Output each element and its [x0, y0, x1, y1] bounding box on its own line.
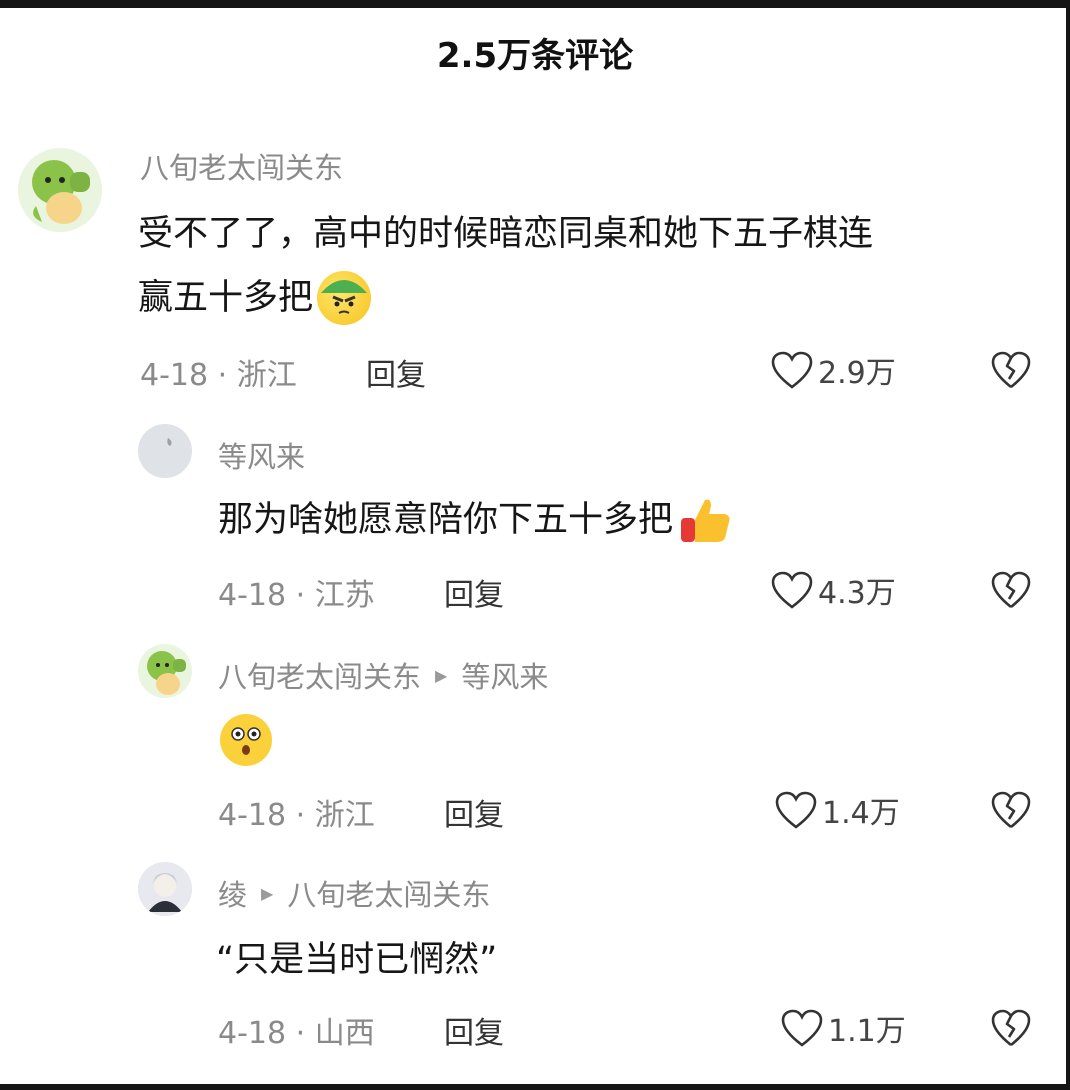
- reply-button[interactable]: 回复: [444, 1008, 504, 1052]
- comment-date-location: 4-18 · 浙江: [218, 798, 375, 833]
- avatar[interactable]: [18, 148, 102, 232]
- comments-count-title: 2.5万条评论: [436, 36, 634, 76]
- dislike-button[interactable]: [990, 1008, 1032, 1052]
- like-button[interactable]: 4.3万: [770, 568, 896, 612]
- heart-icon: [775, 791, 817, 829]
- right-border: [1066, 0, 1070, 1090]
- comment-date-location: 4-18 · 江苏: [218, 578, 375, 613]
- reply-arrow-icon: ▶: [435, 665, 448, 685]
- reply-button[interactable]: 回复: [366, 350, 426, 394]
- heart-icon: [781, 1009, 823, 1047]
- like-button[interactable]: 1.4万: [774, 788, 900, 832]
- broken-heart-icon: [991, 351, 1031, 389]
- comment-username-row: 八旬老太闯关东 ▶ 等风来: [218, 654, 548, 696]
- like-count: 1.4万: [822, 796, 900, 831]
- shocked-face-emoji-icon: [218, 712, 274, 768]
- heart-icon: [771, 351, 813, 389]
- avatar[interactable]: [138, 862, 192, 916]
- like-count: 4.3万: [818, 576, 896, 611]
- comment-content-line-2: 赢五十多把: [138, 266, 1038, 330]
- angry-helmet-emoji-icon: [317, 271, 372, 325]
- like-button[interactable]: 2.9万: [770, 348, 896, 392]
- broken-heart-icon: [991, 1009, 1031, 1047]
- comment-date-location: 4-18 · 浙江: [140, 358, 297, 393]
- comment-content: “只是当时已惘然”: [216, 940, 498, 980]
- comment-content-line: 受不了了，高中的时候暗恋同桌和她下五子棋连: [138, 214, 874, 254]
- bottom-border: [0, 1084, 1070, 1090]
- like-count: 2.9万: [818, 356, 896, 391]
- top-border: [0, 0, 1070, 8]
- reply-arrow-icon: ▶: [261, 883, 274, 903]
- anime-girl-avatar-icon: [138, 862, 192, 916]
- comment-username[interactable]: 八旬老太闯关东: [218, 654, 421, 696]
- dislike-button[interactable]: [990, 350, 1032, 394]
- avatar[interactable]: [138, 424, 192, 478]
- like-button[interactable]: 1.1万: [780, 1006, 906, 1050]
- reply-to-username[interactable]: 八旬老太闯关东: [287, 872, 490, 914]
- broken-heart-icon: [991, 791, 1031, 829]
- like-count: 1.1万: [828, 1014, 906, 1049]
- peashooter-avatar-icon: [147, 651, 186, 695]
- comment-username[interactable]: 八旬老太闯关东: [140, 145, 343, 187]
- comment-content: [218, 712, 274, 789]
- peashooter-avatar-icon: [32, 160, 90, 224]
- comment-content: 受不了了，高中的时候暗恋同桌和她下五子棋连 赢五十多把: [138, 202, 1038, 330]
- dislike-button[interactable]: [990, 570, 1032, 614]
- comment-username[interactable]: 绫: [218, 872, 247, 914]
- reply-to-username[interactable]: 等风来: [461, 654, 548, 696]
- broken-heart-icon: [991, 571, 1031, 609]
- dislike-button[interactable]: [990, 790, 1032, 834]
- comment-username-row: 绫 ▶ 八旬老太闯关东: [218, 872, 490, 914]
- reply-button[interactable]: 回复: [444, 570, 504, 614]
- avatar[interactable]: [138, 644, 192, 698]
- reply-button[interactable]: 回复: [444, 790, 504, 834]
- comment-content-text: 那为啥她愿意陪你下五十多把: [218, 500, 674, 540]
- comment-username[interactable]: 等风来: [218, 434, 305, 476]
- user-avatar-icon: [138, 424, 192, 478]
- thumbs-up-emoji-icon: [677, 492, 733, 548]
- comment-date-location: 4-18 · 山西: [218, 1016, 375, 1051]
- comment-content: 那为啥她愿意陪你下五十多把: [218, 488, 733, 552]
- comment-content-line-text: 赢五十多把: [138, 278, 314, 318]
- heart-icon: [771, 571, 813, 609]
